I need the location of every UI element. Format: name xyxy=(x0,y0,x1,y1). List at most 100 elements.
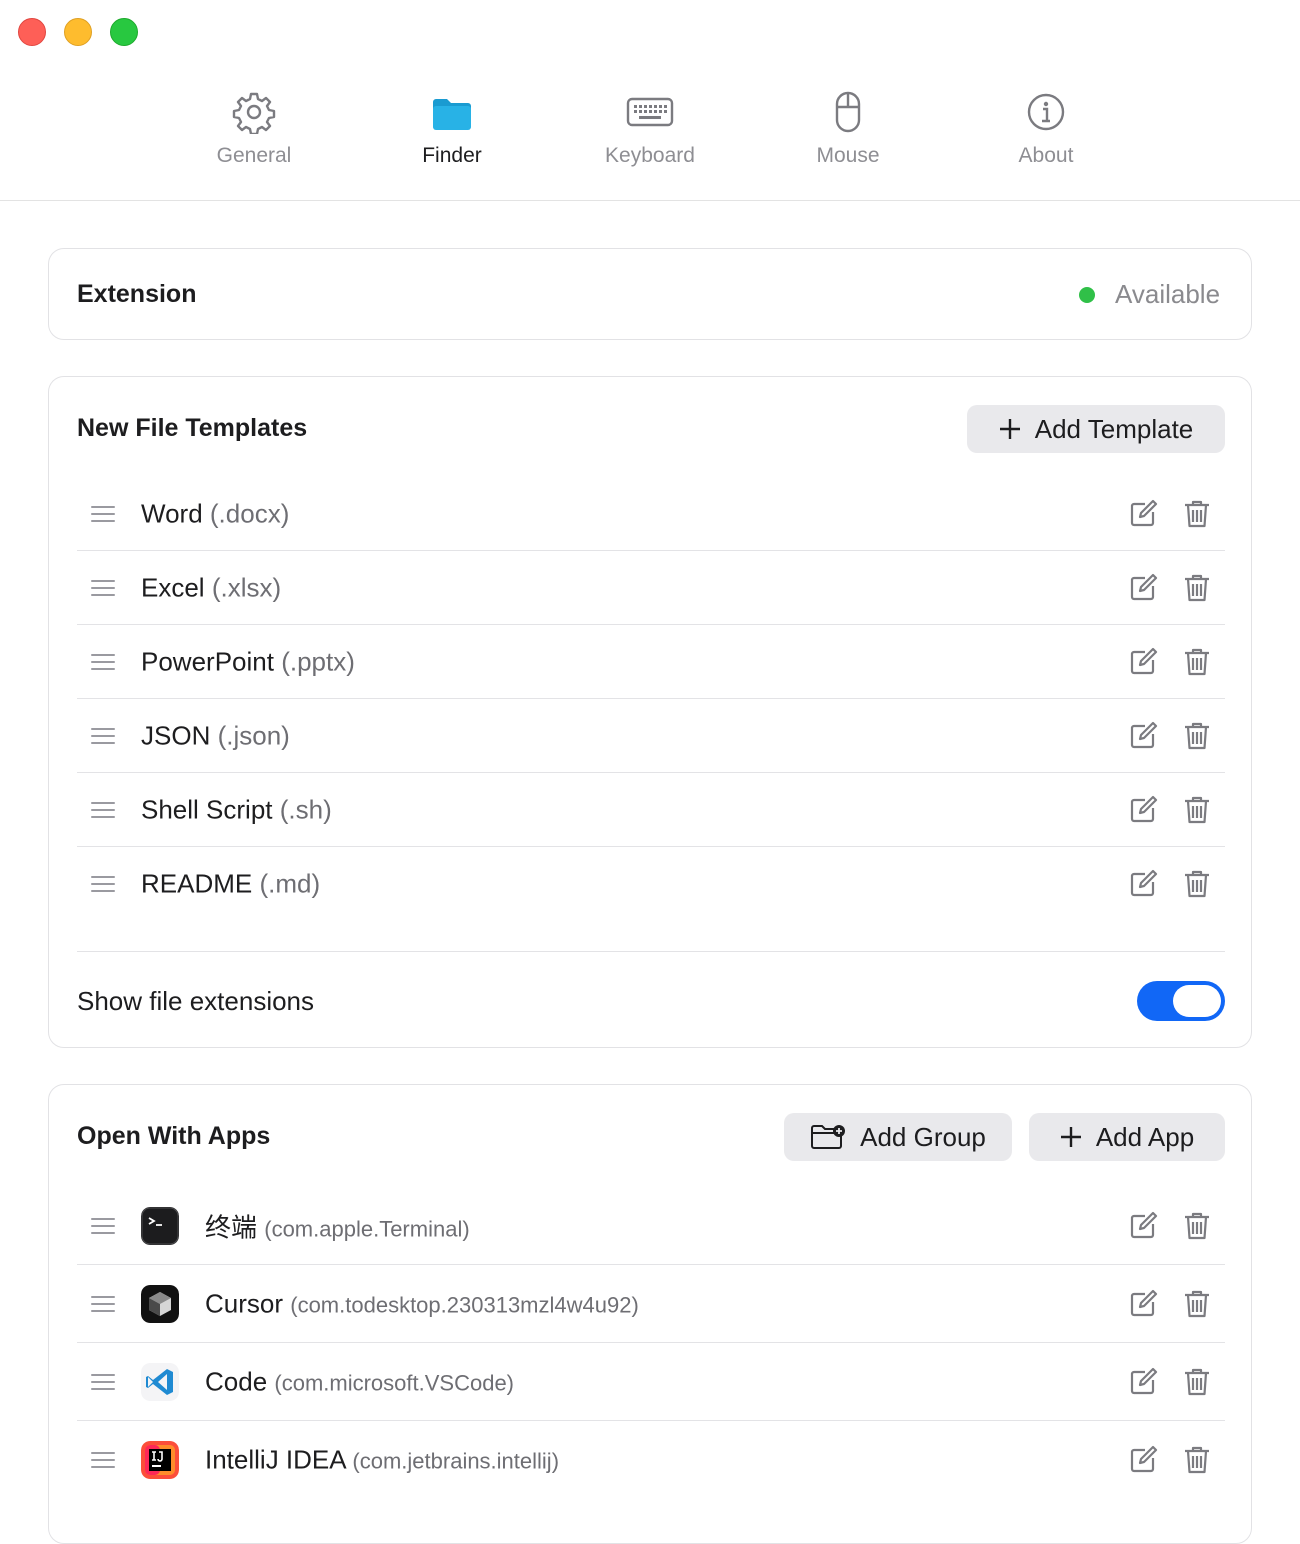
folder-add-icon xyxy=(811,1125,846,1149)
app-name: 终端 (com.apple.Terminal) xyxy=(205,1207,470,1244)
add-template-button[interactable]: Add Template xyxy=(967,405,1225,453)
drag-handle-icon[interactable] xyxy=(91,876,115,892)
edit-icon[interactable] xyxy=(1127,572,1159,604)
trash-icon[interactable] xyxy=(1181,572,1213,604)
extension-card: Extension Available xyxy=(48,248,1252,340)
intellij-icon xyxy=(141,1441,179,1479)
template-extension: (.pptx) xyxy=(281,646,355,676)
template-extension: (.md) xyxy=(259,868,321,899)
template-name: Word (.docx) xyxy=(141,498,289,529)
app-bundle-id: (com.microsoft.VSCode) xyxy=(274,1370,515,1395)
template-row[interactable]: Word (.docx) xyxy=(77,477,1225,551)
template-row[interactable]: JSON (.json) xyxy=(77,699,1225,773)
tab-finder[interactable]: Finder xyxy=(382,90,522,180)
templates-card: New File Templates Add Template Word (.d… xyxy=(48,376,1252,1048)
tab-keyboard[interactable]: Keyboard xyxy=(580,90,720,180)
template-label: PowerPoint xyxy=(141,646,274,676)
drag-handle-icon[interactable] xyxy=(91,1373,115,1390)
trash-icon[interactable] xyxy=(1181,1444,1213,1476)
drag-handle-icon[interactable] xyxy=(91,1295,115,1312)
edit-icon[interactable] xyxy=(1127,1366,1159,1398)
vscode-icon xyxy=(141,1362,179,1401)
trash-icon[interactable] xyxy=(1181,1366,1213,1398)
edit-icon[interactable] xyxy=(1127,1288,1159,1320)
trash-icon[interactable] xyxy=(1181,868,1213,900)
drag-handle-icon[interactable] xyxy=(91,1452,115,1468)
template-name: README (.md) xyxy=(141,869,320,900)
drag-handle-icon[interactable] xyxy=(91,727,115,744)
extension-title: Extension xyxy=(77,280,197,308)
edit-icon[interactable] xyxy=(1127,498,1159,530)
template-label: Shell Script xyxy=(141,794,273,824)
tab-mouse[interactable]: Mouse xyxy=(778,90,918,180)
drag-handle-icon[interactable] xyxy=(91,579,115,596)
template-row[interactable]: PowerPoint (.pptx) xyxy=(77,625,1225,699)
tab-about[interactable]: About xyxy=(976,90,1116,180)
template-extension: (.sh) xyxy=(279,794,332,824)
zoom-window-button[interactable] xyxy=(110,18,138,46)
open-with-card: Open With Apps Add Group Add App 终端 (com… xyxy=(48,1084,1252,1544)
template-extension: (.xlsx) xyxy=(211,572,282,602)
trash-icon[interactable] xyxy=(1181,646,1213,678)
edit-icon[interactable] xyxy=(1127,720,1159,752)
add-app-button[interactable]: Add App xyxy=(1029,1113,1225,1161)
gear-icon xyxy=(232,92,276,134)
show-extensions-toggle[interactable] xyxy=(1137,981,1225,1021)
app-row[interactable]: Code (com.microsoft.VSCode) xyxy=(77,1343,1225,1421)
close-window-button[interactable] xyxy=(18,18,46,46)
window-toolbar: General Finder Keyboard Mouse About xyxy=(0,0,1300,201)
app-row[interactable]: Cursor (com.todesktop.230313mzl4w4u92) xyxy=(77,1265,1225,1343)
tab-mouse-label: Mouse xyxy=(816,144,880,167)
app-bundle-id: (com.todesktop.230313mzl4w4u92) xyxy=(290,1292,639,1317)
app-name: IntelliJ IDEA (com.jetbrains.intellij) xyxy=(205,1445,559,1476)
edit-icon[interactable] xyxy=(1127,868,1159,900)
app-row[interactable]: IntelliJ IDEA (com.jetbrains.intellij) xyxy=(77,1421,1225,1499)
edit-icon[interactable] xyxy=(1127,794,1159,826)
template-label: Excel xyxy=(141,572,205,602)
drag-handle-icon[interactable] xyxy=(91,653,115,670)
add-group-button[interactable]: Add Group xyxy=(784,1113,1012,1161)
info-icon xyxy=(1027,93,1065,131)
app-bundle-id: (com.jetbrains.intellij) xyxy=(352,1448,560,1474)
trash-icon[interactable] xyxy=(1181,794,1213,826)
template-name: PowerPoint (.pptx) xyxy=(141,646,355,677)
open-with-title: Open With Apps xyxy=(77,1122,271,1150)
template-row[interactable]: README (.md) xyxy=(77,847,1225,921)
template-row[interactable]: Excel (.xlsx) xyxy=(77,551,1225,625)
plus-icon xyxy=(999,419,1020,439)
app-name: Cursor (com.todesktop.230313mzl4w4u92) xyxy=(205,1288,639,1319)
drag-handle-icon[interactable] xyxy=(91,1217,115,1234)
tab-general-label: General xyxy=(216,144,292,167)
trash-icon[interactable] xyxy=(1181,498,1213,530)
template-extension: (.json) xyxy=(217,720,290,750)
drag-handle-icon[interactable] xyxy=(91,505,115,522)
template-name: Shell Script (.sh) xyxy=(141,794,332,825)
app-label: 终端 xyxy=(205,1212,258,1242)
trash-icon[interactable] xyxy=(1181,1288,1213,1320)
app-bundle-id: (com.apple.Terminal) xyxy=(264,1216,470,1241)
trash-icon[interactable] xyxy=(1181,720,1213,752)
cursor-app-icon xyxy=(141,1284,179,1323)
template-name: Excel (.xlsx) xyxy=(141,572,281,603)
edit-icon[interactable] xyxy=(1127,1444,1159,1476)
drag-handle-icon[interactable] xyxy=(91,801,115,818)
show-extensions-label: Show file extensions xyxy=(77,986,315,1016)
edit-icon[interactable] xyxy=(1127,1210,1159,1242)
template-label: Word xyxy=(141,498,203,528)
tab-keyboard-label: Keyboard xyxy=(605,144,695,167)
tab-finder-label: Finder xyxy=(422,144,482,167)
keyboard-icon xyxy=(626,97,674,127)
template-row[interactable]: Shell Script (.sh) xyxy=(77,773,1225,847)
extension-status: Available xyxy=(1115,279,1221,309)
trash-icon[interactable] xyxy=(1181,1210,1213,1242)
tab-general[interactable]: General xyxy=(184,90,324,180)
plus-icon xyxy=(1060,1127,1081,1147)
app-row[interactable]: 终端 (com.apple.Terminal) xyxy=(77,1187,1225,1265)
status-dot xyxy=(1079,287,1095,303)
edit-icon[interactable] xyxy=(1127,646,1159,678)
mouse-icon xyxy=(835,91,861,133)
template-extension: (.docx) xyxy=(209,498,290,528)
app-label: Cursor xyxy=(205,1288,284,1318)
add-group-label: Add Group xyxy=(860,1121,986,1152)
minimize-window-button[interactable] xyxy=(64,18,92,46)
